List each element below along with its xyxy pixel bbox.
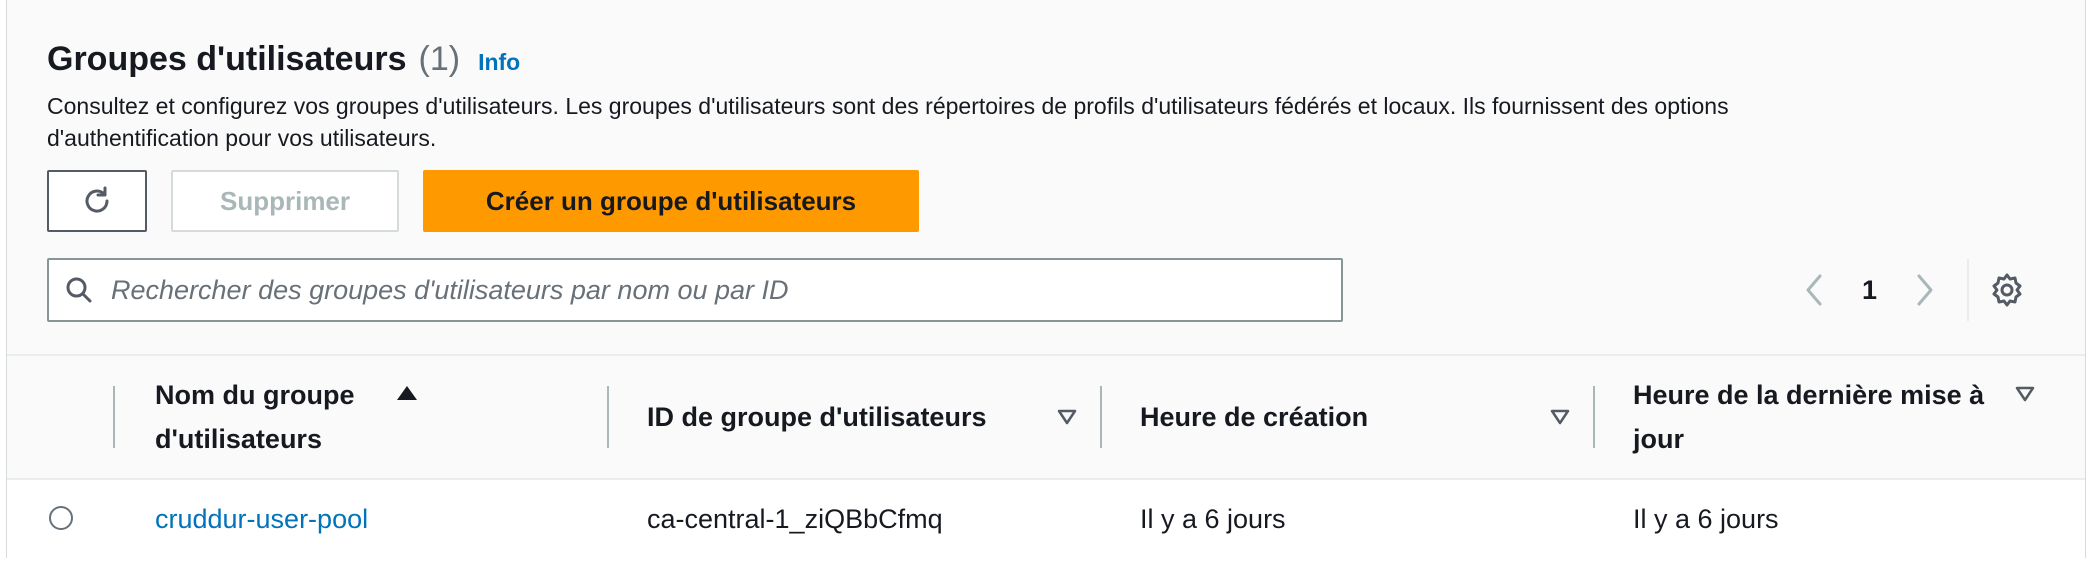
sort-caret-icon (1548, 409, 1572, 425)
current-page-number[interactable]: 1 (1862, 275, 1877, 306)
column-divider (113, 386, 115, 448)
cell-created: Il y a 6 jours (1140, 503, 1286, 534)
cell-pool-id: ca-central-1_ziQBbCfmq (647, 503, 943, 534)
page-title: Groupes d'utilisateurs (47, 40, 407, 78)
sort-caret-icon (1055, 409, 1079, 425)
sort-ascending-icon (395, 386, 419, 400)
column-divider (607, 386, 609, 448)
column-label: ID de groupe d'utilisateurs (647, 402, 987, 432)
row-select-radio[interactable] (49, 506, 73, 530)
previous-page-button[interactable] (1794, 270, 1834, 310)
cell-pool-name[interactable]: cruddur-user-pool (155, 480, 368, 558)
panel-description: Consultez et configurez vos groupes d'ut… (47, 93, 1729, 151)
search-icon (66, 277, 92, 303)
chevron-left-icon (1806, 274, 1822, 306)
column-header-updated[interactable]: Heure de la dernière mise à jour (1633, 356, 2065, 478)
refresh-button[interactable] (47, 170, 147, 232)
next-page-button[interactable] (1905, 270, 1945, 310)
column-header-name[interactable]: Nom du groupe d'utilisateurs (155, 356, 587, 478)
gear-icon (1992, 273, 2022, 307)
column-header-id[interactable]: ID de groupe d'utilisateurs (647, 356, 1079, 478)
column-header-created[interactable]: Heure de création (1140, 356, 1572, 478)
user-pools-panel: Groupes d'utilisateurs (1) Info Consulte… (6, 0, 2086, 558)
search-box[interactable] (47, 258, 1343, 322)
column-divider (1593, 386, 1595, 448)
pagination-divider (1967, 259, 1969, 321)
column-label: Heure de création (1140, 402, 1369, 432)
search-input[interactable] (109, 273, 1341, 307)
title-row: Groupes d'utilisateurs (1) Info (47, 40, 520, 79)
column-label: Nom du groupe d'utilisateurs (155, 380, 355, 454)
info-link[interactable]: Info (478, 49, 520, 76)
create-user-pool-button[interactable]: Créer un groupe d'utilisateurs (423, 170, 919, 232)
user-pool-link[interactable]: cruddur-user-pool (155, 504, 368, 535)
sort-caret-icon (2013, 386, 2037, 402)
chevron-right-icon (1917, 274, 1933, 306)
pool-count: (1) (418, 40, 461, 78)
cell-updated: Il y a 6 jours (1633, 503, 1779, 534)
pagination: 1 (1794, 258, 2025, 322)
preferences-button[interactable] (1989, 272, 2025, 308)
panel-header: Groupes d'utilisateurs (1) Info (47, 40, 520, 79)
delete-button[interactable]: Supprimer (171, 170, 399, 232)
refresh-icon (85, 186, 109, 213)
column-label: Heure de la dernière mise à jour (1633, 380, 1985, 454)
table-header: Nom du groupe d'utilisateurs ID de group… (7, 354, 2085, 478)
column-divider (1100, 386, 1102, 448)
table-row[interactable]: cruddur-user-pool ca-central-1_ziQBbCfmq… (7, 478, 2085, 558)
